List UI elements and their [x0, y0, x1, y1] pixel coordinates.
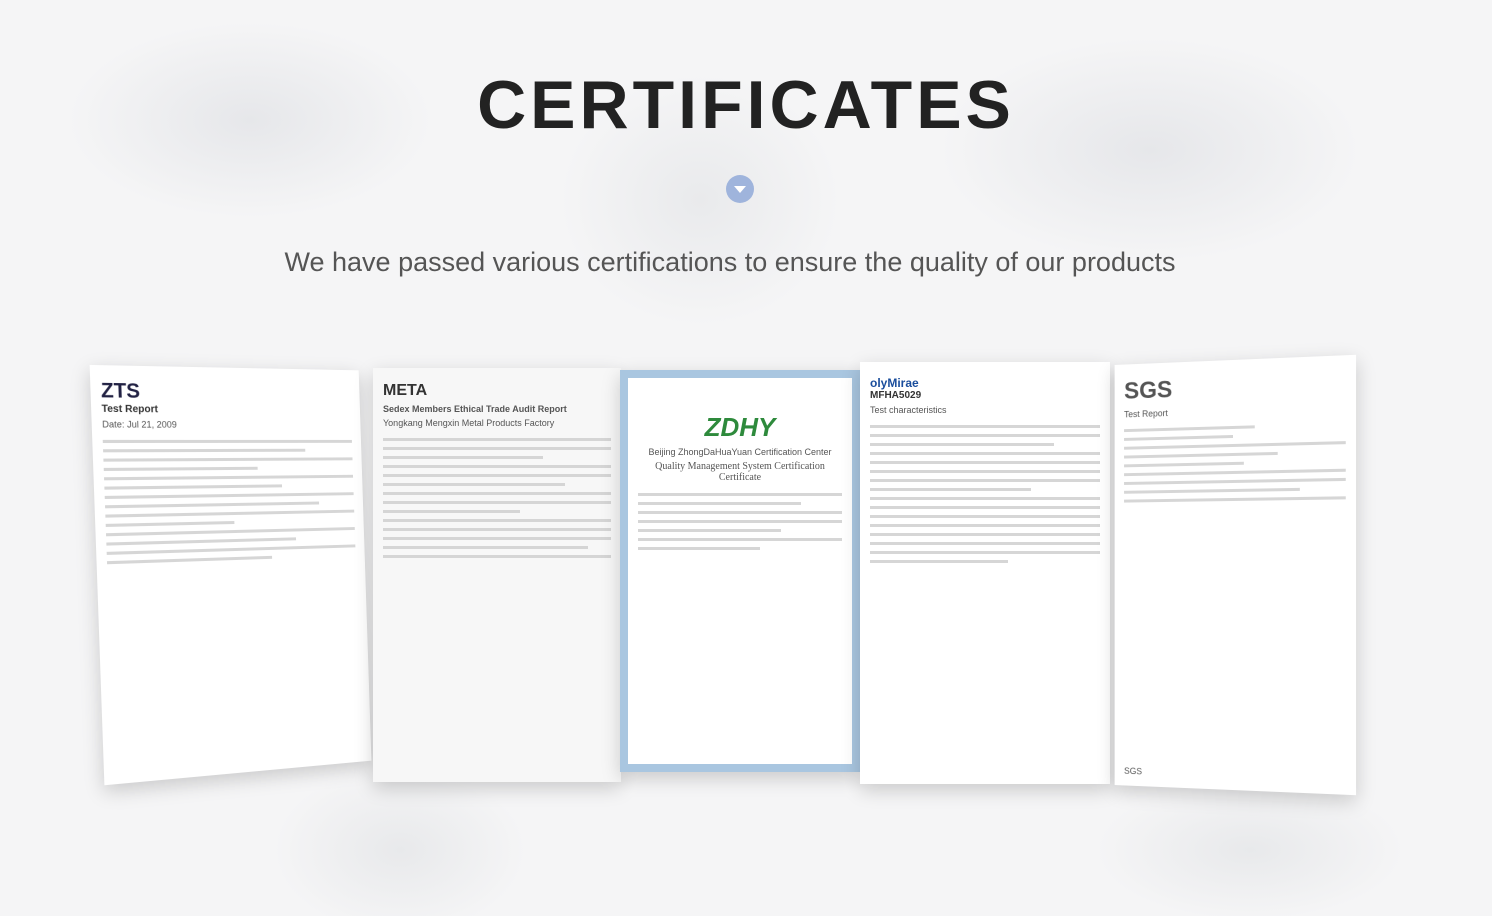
cert-heading: Test Report: [101, 403, 159, 416]
certificate-olymirae[interactable]: olyMirae MFHA5029 Test characteristics: [860, 362, 1110, 784]
cert-heading: Test Report: [1124, 408, 1168, 420]
cert-logo: SGS: [1124, 376, 1173, 405]
cert-logo: olyMirae: [870, 376, 919, 390]
cert-note: Date: Jul 21, 2009: [101, 419, 178, 430]
page-title: CERTIFICATES: [477, 67, 1015, 143]
cert-heading: Quality Management System Certification …: [655, 461, 825, 483]
cert-note: Test characteristics: [870, 405, 947, 415]
certificate-zts[interactable]: ZTS Test Report Date: Jul 21, 2009: [89, 364, 372, 786]
cert-logo: ZDHY: [704, 412, 776, 442]
cert-heading: MFHA5029: [870, 390, 922, 401]
cert-logo: META: [383, 382, 428, 399]
subtitle: We have passed various certifications to…: [284, 247, 1176, 277]
certificate-sgs[interactable]: SGS Test Report SGS: [1114, 354, 1357, 796]
cert-note: SGS: [1124, 765, 1143, 777]
cert-note: Beijing ZhongDaHuaYuan Certification Cen…: [648, 447, 832, 457]
certificate-meta[interactable]: META Sedex Members Ethical Trade Audit R…: [373, 368, 621, 782]
cert-logo: ZTS: [100, 379, 141, 403]
cert-heading: Sedex Members Ethical Trade Audit Report: [383, 404, 567, 414]
cert-note: Yongkang Mengxin Metal Products Factory: [383, 418, 555, 428]
certificate-zdhy[interactable]: ZDHY Beijing ZhongDaHuaYuan Certificatio…: [620, 370, 860, 772]
chevron-down-icon[interactable]: [726, 175, 754, 203]
